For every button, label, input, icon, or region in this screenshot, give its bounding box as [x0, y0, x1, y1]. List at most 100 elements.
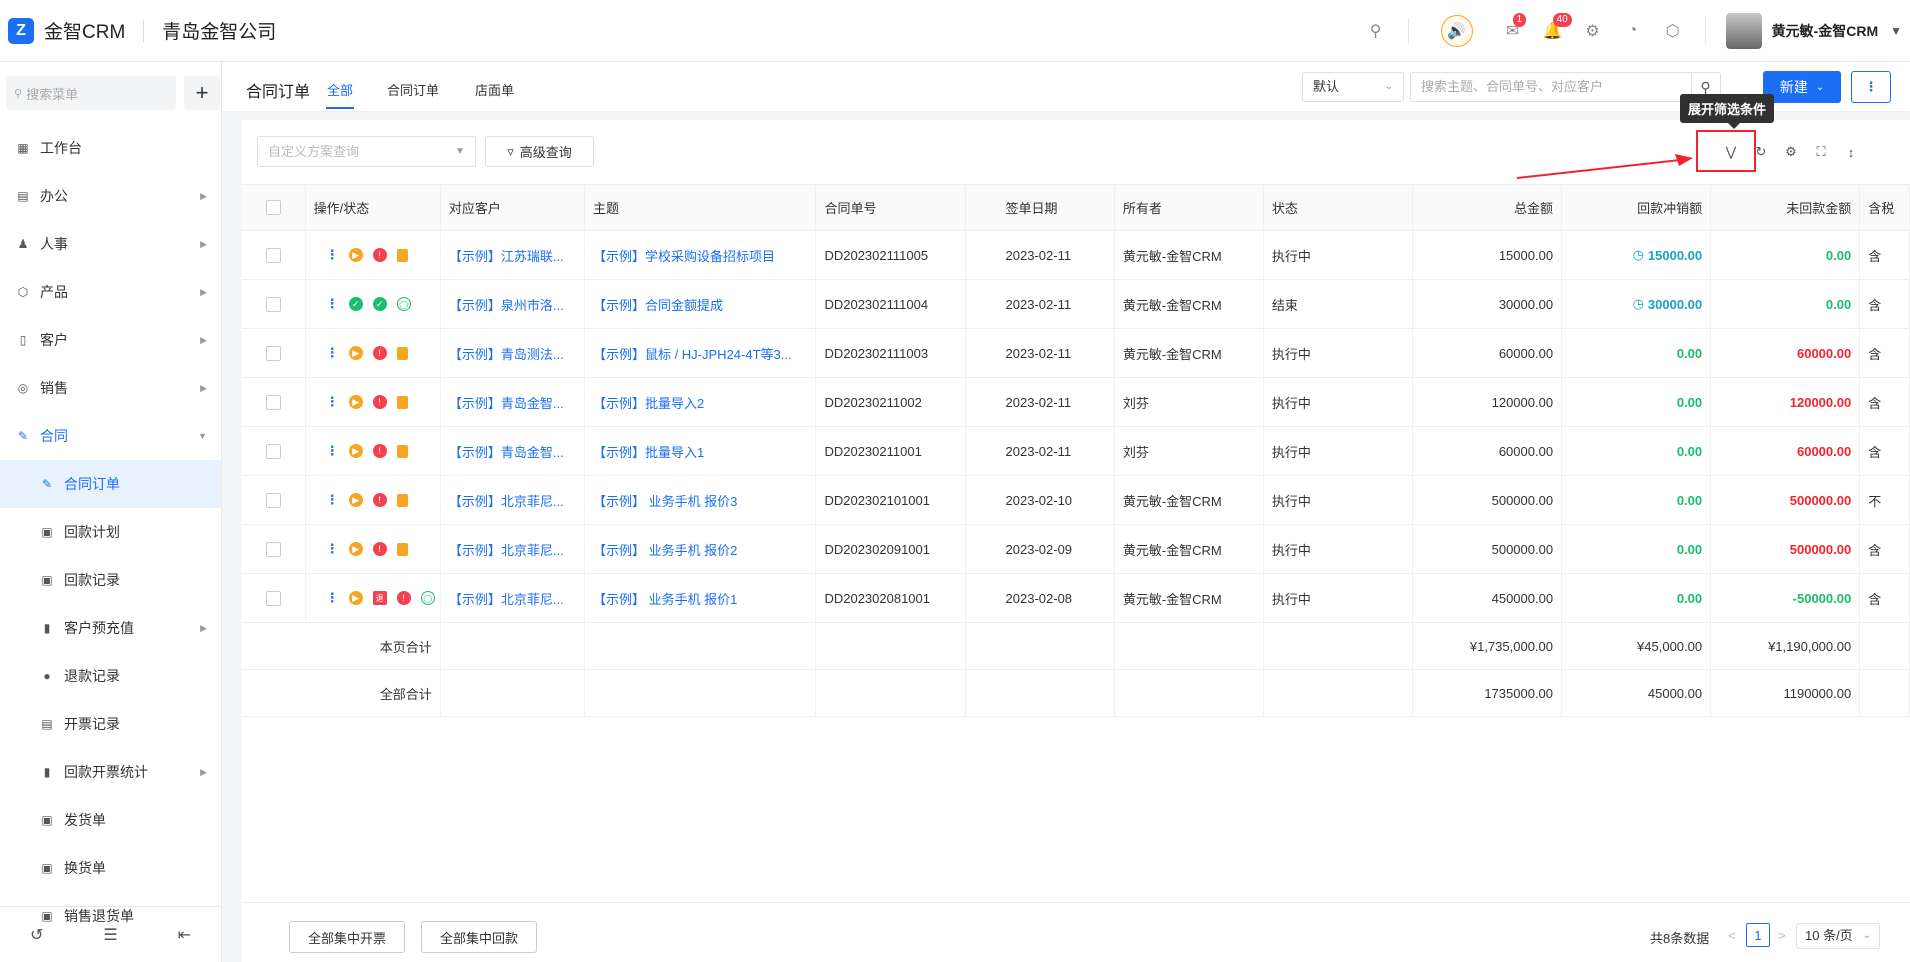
sidebar-item-invoice[interactable]: ▤ 开票记录	[0, 700, 221, 748]
page-size-select[interactable]: 10 条/页 ⌄	[1796, 923, 1880, 949]
customer-link[interactable]: 【示例】青岛金智...	[449, 442, 564, 461]
customer-link[interactable]: 【示例】北京菲尼...	[449, 491, 564, 510]
customer-link[interactable]: 【示例】青岛金智...	[449, 393, 564, 412]
table-row[interactable]: ⋮ ▶! 【示例】青岛测法... 【示例】鼠标 / HJ-JPH24-4T等3..…	[242, 329, 1910, 378]
row-checkbox[interactable]	[265, 296, 281, 312]
prev-page-icon[interactable]: <	[1728, 928, 1736, 943]
customer-link[interactable]: 【示例】泉州市洛...	[449, 295, 564, 314]
row-actions-icon[interactable]: ⋮	[326, 590, 339, 606]
search-input[interactable]: 搜索主题、合同单号、对应客户	[1410, 72, 1692, 102]
sliders-icon[interactable]: ☰	[103, 925, 117, 945]
col-header[interactable]: 所有者	[1115, 185, 1264, 230]
row-checkbox[interactable]	[265, 590, 281, 606]
subject-link[interactable]: 【示例】鼠标 / HJ-JPH24-4T等3...	[593, 344, 792, 363]
subject-link[interactable]: 【示例】批量导入2	[593, 393, 704, 412]
logo[interactable]: Z 金智CRM	[8, 17, 125, 44]
sidebar-item-refund[interactable]: ● 退款记录	[0, 652, 221, 700]
history-icon[interactable]: ↺	[30, 925, 43, 945]
fullscreen-icon[interactable]: ⛶	[1806, 144, 1836, 160]
view-select[interactable]: 默认 ⌄	[1302, 72, 1404, 102]
sidebar-item-payment-record[interactable]: ▣ 回款记录	[0, 556, 221, 604]
sidebar-item-workbench[interactable]: ▦ 工作台	[0, 124, 221, 172]
row-actions-icon[interactable]: ⋮	[326, 247, 339, 263]
page-number[interactable]: 1	[1746, 923, 1770, 947]
subject-link[interactable]: 【示例】合同金额提成	[593, 295, 723, 314]
col-header[interactable]: 主题	[585, 185, 817, 230]
username[interactable]: 黄元敏-金智CRM	[1772, 21, 1879, 41]
collapse-menu-icon[interactable]: ⇤	[178, 925, 191, 945]
pie-chart-icon[interactable]: ◔	[1623, 21, 1643, 41]
subject-link[interactable]: 【示例】批量导入1	[593, 442, 704, 461]
sidebar-item-sales[interactable]: ◎ 销售 ▶	[0, 364, 221, 412]
row-actions-icon[interactable]: ⋮	[326, 492, 339, 508]
row-checkbox[interactable]	[265, 345, 281, 361]
table-row[interactable]: ⋮ ▶ 退! ◯ 【示例】北京菲尼... 【示例】 业务手机 报价1 DD202302…	[242, 574, 1910, 623]
col-header[interactable]: 合同单号	[816, 185, 966, 230]
sidebar-item-customer[interactable]: ▯ 客户 ▶	[0, 316, 221, 364]
customer-link[interactable]: 【示例】江苏瑞联...	[449, 246, 564, 265]
row-checkbox[interactable]	[265, 492, 281, 508]
sidebar-item-contract[interactable]: ✎ 合同 ▼	[0, 412, 221, 460]
row-checkbox[interactable]	[265, 247, 281, 263]
sidebar-item-payment-plan[interactable]: ▣ 回款计划	[0, 508, 221, 556]
add-menu-button[interactable]: +	[184, 76, 220, 110]
batch-invoice-button[interactable]: 全部集中开票	[289, 921, 405, 953]
sidebar-item-payment-invoice-stats[interactable]: ▮ 回款开票统计 ▶	[0, 748, 221, 796]
advanced-query-button[interactable]: ▿ 高级查询	[485, 136, 594, 167]
col-header[interactable]: 状态	[1264, 185, 1413, 230]
subject-link[interactable]: 【示例】学校采购设备招标项目	[593, 246, 775, 265]
bell-icon[interactable]: 🔔 40	[1543, 13, 1572, 41]
search-icon[interactable]: ⚲	[1366, 21, 1386, 41]
next-page-icon[interactable]: >	[1778, 928, 1786, 943]
select-all-checkbox[interactable]	[265, 200, 281, 215]
table-row[interactable]: ⋮ ▶! 【示例】北京菲尼... 【示例】 业务手机 报价3 DD20230210…	[242, 476, 1910, 525]
table-row[interactable]: ⋮ ▶! 【示例】青岛金智... 【示例】批量导入1 DD20230211001 …	[242, 427, 1910, 476]
cube-icon[interactable]: ⬡	[1663, 21, 1683, 41]
row-checkbox[interactable]	[265, 443, 281, 459]
avatar[interactable]	[1725, 13, 1762, 49]
col-header[interactable]: 回款冲销额	[1562, 185, 1712, 230]
customer-link[interactable]: 【示例】青岛测法...	[449, 344, 564, 363]
announcement-icon[interactable]: 🔊	[1440, 15, 1473, 47]
batch-payment-button[interactable]: 全部集中回款	[421, 921, 537, 953]
sidebar-item-product[interactable]: ⬡ 产品 ▶	[0, 268, 221, 316]
table-row[interactable]: ⋮ ▶! 【示例】北京菲尼... 【示例】 业务手机 报价2 DD20230209…	[242, 525, 1910, 574]
tab-contract-order[interactable]: 合同订单	[387, 80, 439, 99]
sidebar-item-office[interactable]: ▤ 办公 ▶	[0, 172, 221, 220]
table-row[interactable]: ⋮ ▶! 【示例】江苏瑞联... 【示例】学校采购设备招标项目 DD2023021…	[242, 231, 1910, 280]
subject-link[interactable]: 【示例】 业务手机 报价1	[593, 589, 737, 608]
row-actions-icon[interactable]: ⋮	[326, 541, 339, 557]
row-actions-icon[interactable]: ⋮	[326, 345, 339, 361]
subject-link[interactable]: 【示例】 业务手机 报价2	[593, 540, 737, 559]
sidebar-item-prepaid[interactable]: ▮ 客户预充值 ▶	[0, 604, 221, 652]
row-actions-icon[interactable]: ⋮	[326, 296, 339, 312]
table-row[interactable]: ⋮ ✓ ✓ ◯ 【示例】泉州市洛... 【示例】合同金额提成 DD2023021110…	[242, 280, 1910, 329]
tab-all[interactable]: 全部	[327, 80, 353, 99]
tab-store-order[interactable]: 店面单	[475, 80, 514, 99]
sidebar-item-hr[interactable]: ♟ 人事 ▶	[0, 220, 221, 268]
sidebar-item-exchange[interactable]: ▣ 换货单	[0, 844, 221, 892]
sidebar-item-shipping[interactable]: ▣ 发货单	[0, 796, 221, 844]
col-header[interactable]: 未回款金额	[1711, 185, 1861, 230]
sidebar-item-contract-order[interactable]: ✎ 合同订单	[0, 460, 221, 508]
mail-icon[interactable]: ✉ 1	[1503, 13, 1527, 41]
row-actions-icon[interactable]: ⋮	[326, 443, 339, 459]
settings-icon[interactable]: ⚙	[1776, 144, 1806, 160]
table-row[interactable]: ⋮ ▶! 【示例】青岛金智... 【示例】批量导入2 DD20230211002 …	[242, 378, 1910, 427]
gear-icon[interactable]: ⚙	[1583, 21, 1603, 41]
col-header[interactable]: 总金额	[1413, 185, 1563, 230]
subject-link[interactable]: 【示例】 业务手机 报价3	[593, 491, 737, 510]
chevron-down-icon[interactable]: ▼	[1890, 24, 1902, 38]
scheme-select[interactable]: 自定义方案查询 ▼	[257, 136, 476, 167]
customer-link[interactable]: 【示例】北京菲尼...	[449, 589, 564, 608]
menu-search-input[interactable]: ⚲ 搜索菜单	[6, 76, 176, 110]
customer-link[interactable]: 【示例】北京菲尼...	[449, 540, 564, 559]
density-icon[interactable]: ↕	[1836, 145, 1866, 160]
row-checkbox[interactable]	[265, 541, 281, 557]
row-checkbox[interactable]	[265, 394, 281, 410]
row-actions-icon[interactable]: ⋮	[326, 394, 339, 410]
col-header[interactable]: 含税	[1860, 185, 1910, 230]
col-header[interactable]: 对应客户	[441, 185, 585, 230]
more-button[interactable]: ⋮	[1851, 71, 1891, 103]
col-header[interactable]: 签单日期	[966, 185, 1115, 230]
